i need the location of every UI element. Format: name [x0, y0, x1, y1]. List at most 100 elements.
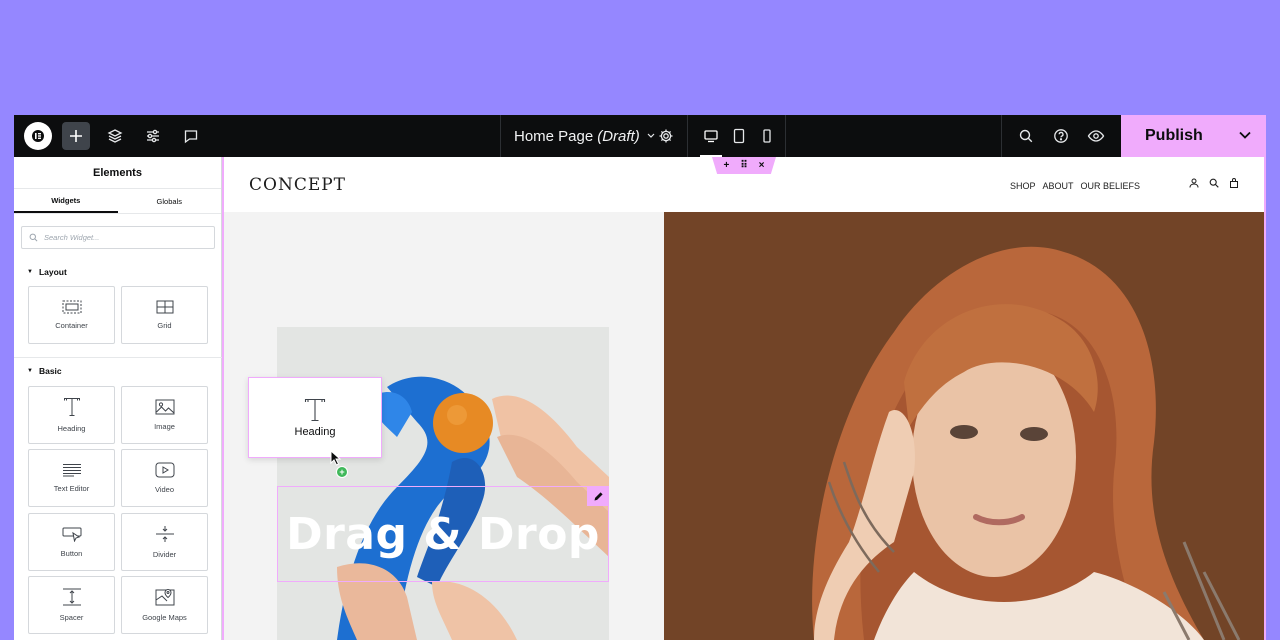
widget-text-editor[interactable]: Text Editor — [28, 449, 115, 507]
hero-product-image[interactable] — [277, 327, 609, 640]
tablet-view-button[interactable] — [725, 121, 753, 151]
container-icon — [62, 300, 81, 314]
finder-button[interactable] — [1012, 121, 1040, 151]
add-section-icon[interactable]: + — [723, 160, 729, 171]
publish-button[interactable]: Publish — [1121, 115, 1266, 157]
editor-window: Home Page (Draft) Publish Elements Widge… — [14, 115, 1266, 640]
elementor-logo[interactable] — [24, 122, 52, 150]
mobile-icon — [763, 129, 771, 143]
chevron-down-icon[interactable] — [1238, 129, 1252, 141]
caret-down-icon: ▼ — [27, 368, 33, 374]
page-title: Home Page — [514, 127, 594, 145]
widget-button[interactable]: Button — [28, 513, 115, 571]
heading-widget[interactable]: Drag & Drop — [277, 486, 609, 582]
widget-label: Divider — [152, 550, 177, 559]
page-status: (Draft) — [597, 127, 640, 145]
site-logo[interactable]: CONCEPT — [249, 175, 346, 195]
comments-button[interactable] — [177, 121, 205, 151]
page-title-dropdown[interactable]: Home Page (Draft) — [514, 115, 655, 157]
edit-widget-button[interactable] — [587, 486, 609, 506]
widget-video[interactable]: Video — [121, 449, 208, 507]
page-canvas[interactable]: CONCEPT SHOP ABOUT OUR BELIEFS + ⠿ × Dra… — [222, 157, 1266, 640]
publish-label: Publish — [1145, 127, 1203, 144]
heading-icon — [63, 398, 80, 416]
mobile-view-button[interactable] — [753, 121, 781, 151]
search-icon — [1019, 129, 1033, 143]
widget-divider[interactable]: Divider — [121, 513, 208, 571]
widget-label: Container — [55, 321, 88, 330]
nav-item-shop[interactable]: SHOP — [1010, 181, 1036, 191]
widget-label: Spacer — [59, 613, 84, 622]
help-icon — [1054, 129, 1068, 143]
spacer-icon — [62, 588, 81, 606]
user-icon[interactable] — [1189, 178, 1199, 188]
widget-container[interactable]: Container — [28, 286, 115, 344]
pencil-icon — [594, 491, 603, 500]
drop-indicator-plus-icon: + — [336, 466, 348, 478]
widget-grid[interactable]: Grid — [121, 286, 208, 344]
desktop-view-button[interactable] — [697, 121, 725, 151]
top-bar: Home Page (Draft) Publish — [14, 115, 1266, 157]
grid-icon — [156, 300, 173, 314]
heading-icon — [304, 398, 326, 421]
category-layout[interactable]: ▼ Layout — [27, 267, 67, 277]
divider — [500, 115, 501, 157]
desktop-icon — [704, 130, 718, 143]
image-icon — [155, 399, 174, 415]
widget-image[interactable]: Image — [121, 386, 208, 444]
close-icon[interactable]: × — [759, 160, 765, 171]
widget-label: Grid — [157, 321, 172, 330]
add-element-button[interactable] — [62, 122, 90, 150]
video-icon — [155, 462, 174, 478]
tablet-icon — [733, 128, 745, 144]
preview-button[interactable] — [1082, 121, 1110, 151]
section-handle[interactable]: + ⠿ × — [712, 157, 776, 174]
widget-google-maps[interactable]: Google Maps — [121, 576, 208, 634]
nav-item-our-beliefs[interactable]: OUR BELIEFS — [1081, 181, 1141, 191]
sliders-icon — [147, 129, 159, 143]
widget-spacer[interactable]: Spacer — [28, 576, 115, 634]
help-button[interactable] — [1047, 121, 1075, 151]
elements-panel: Elements Widgets Globals Search Widget..… — [14, 157, 222, 640]
drag-handle-icon[interactable]: ⠿ — [740, 160, 747, 171]
divider — [785, 115, 786, 157]
cursor-arrow-icon — [330, 450, 342, 466]
settings-icon — [659, 129, 673, 143]
search-icon — [29, 233, 38, 242]
widget-heading[interactable]: Heading — [28, 386, 115, 444]
dragging-heading-widget[interactable]: Heading — [248, 377, 382, 458]
widget-label: Video — [154, 485, 175, 494]
panel-title: Elements — [14, 157, 221, 189]
comment-icon — [184, 130, 198, 144]
eye-icon — [1087, 130, 1105, 142]
tab-widgets[interactable]: Widgets — [14, 189, 118, 213]
caret-down-icon: ▼ — [27, 269, 33, 275]
category-basic[interactable]: ▼ Basic — [27, 366, 62, 376]
header-icons — [1189, 178, 1239, 188]
structure-button[interactable] — [101, 121, 129, 151]
widget-label: Image — [154, 422, 175, 431]
site-settings-button[interactable] — [139, 121, 167, 151]
widget-label: Heading — [57, 424, 86, 433]
site-nav: SHOP ABOUT OUR BELIEFS — [1010, 181, 1140, 191]
hero-portrait-image[interactable] — [664, 212, 1264, 640]
search-widget-input[interactable]: Search Widget... — [21, 226, 215, 249]
nav-item-about[interactable]: ABOUT — [1043, 181, 1074, 191]
panel-tabs: Widgets Globals — [14, 189, 221, 214]
site-header[interactable]: CONCEPT SHOP ABOUT OUR BELIEFS + ⠿ × — [224, 157, 1264, 212]
plus-icon — [70, 130, 82, 142]
bag-icon[interactable] — [1229, 178, 1239, 188]
layers-icon — [107, 129, 123, 143]
text-editor-icon — [62, 464, 81, 477]
divider — [687, 115, 688, 157]
tab-globals[interactable]: Globals — [118, 189, 222, 213]
widget-label: Button — [60, 549, 83, 558]
page-settings-button[interactable] — [652, 121, 680, 151]
search-placeholder: Search Widget... — [44, 233, 100, 242]
divider — [1001, 115, 1002, 157]
search-icon[interactable] — [1209, 178, 1219, 188]
category-label: Basic — [38, 366, 62, 376]
heading-text[interactable]: Drag & Drop — [286, 509, 600, 560]
map-icon — [155, 588, 174, 606]
button-icon — [62, 527, 81, 542]
